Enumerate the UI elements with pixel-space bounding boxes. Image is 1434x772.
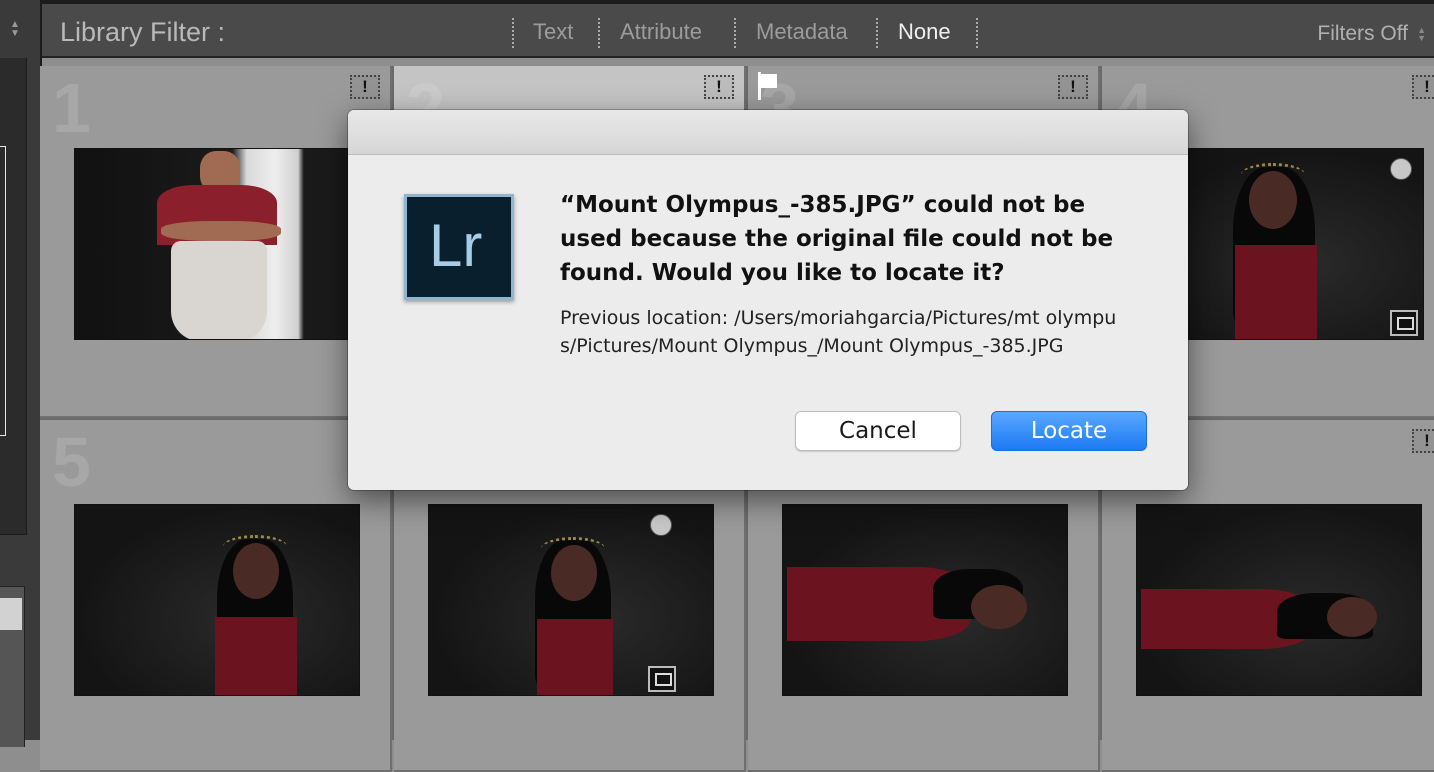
thumbnail-photo[interactable] [782,504,1068,696]
thumbnail-photo[interactable] [1136,504,1422,696]
missing-file-icon[interactable]: ! [1412,429,1434,453]
left-panel-selection-outline [0,146,6,436]
stack-indicator-icon[interactable] [1390,158,1412,180]
locate-button[interactable]: Locate [991,411,1147,451]
photo-figure-crown [541,537,605,560]
sort-arrows-icon[interactable]: ▲ ▼ [8,20,22,39]
filter-separator [876,18,878,48]
photo-figure [1327,597,1377,637]
photo-figure-dress [537,619,613,695]
missing-file-icon[interactable]: ! [704,75,734,99]
photo-figure-dress [1235,245,1317,339]
photo-figure-arms [161,221,281,241]
grid-cell[interactable]: 1 ! [40,66,392,418]
stack-icon[interactable] [648,666,676,692]
cancel-button[interactable]: Cancel [795,411,961,451]
filters-preset-dropdown[interactable]: Filters Off [1317,22,1408,46]
filter-tab-none[interactable]: None [898,19,951,45]
missing-file-icon[interactable]: ! [350,75,380,99]
dialog-message: “Mount Olympus_-385.JPG” could not be us… [560,192,1114,286]
photo-figure-crown [223,535,287,558]
photo-figure-dress [215,617,297,695]
dialog-titlebar[interactable] [348,110,1188,155]
missing-file-dialog: Lr “Mount Olympus_-385.JPG” could not be… [348,110,1188,490]
cell-index-number: 5 [52,423,91,501]
left-panel-scroll-thumb[interactable] [0,598,22,630]
left-panel: ▲ ▼ [0,0,42,747]
library-filter-title: Library Filter : [60,17,226,47]
grid-cell[interactable]: 5 [40,420,392,772]
thumbnail-photo[interactable] [74,504,360,696]
thumbnail-photo[interactable] [74,148,362,340]
filter-tab-attribute[interactable]: Attribute [620,19,702,45]
filter-separator [512,18,514,48]
stack-indicator-icon[interactable] [650,514,672,536]
photo-figure [971,585,1027,629]
chevron-updown-icon[interactable]: ▲ ▼ [1417,26,1426,43]
filter-separator [734,18,736,48]
filter-separator [598,18,600,48]
app-icon-label: Lr [429,212,483,279]
photo-figure-crown [1241,163,1305,186]
stack-icon[interactable] [1390,310,1418,336]
white-flag-icon[interactable] [758,72,780,100]
photo-figure-pants [171,241,267,339]
dialog-previous-location: Previous location: /Users/moriahgarcia/P… [560,307,1117,357]
missing-file-icon[interactable]: ! [1058,75,1088,99]
library-filter-bar: Library Filter : Text Attribute Metadata… [42,0,1434,58]
missing-file-icon[interactable]: ! [1412,75,1434,99]
filter-separator [976,18,978,48]
cell-index-number: 1 [52,69,91,147]
filter-tab-metadata[interactable]: Metadata [756,19,848,45]
lightroom-app-icon: Lr [404,194,514,300]
filter-tab-text[interactable]: Text [533,19,573,45]
